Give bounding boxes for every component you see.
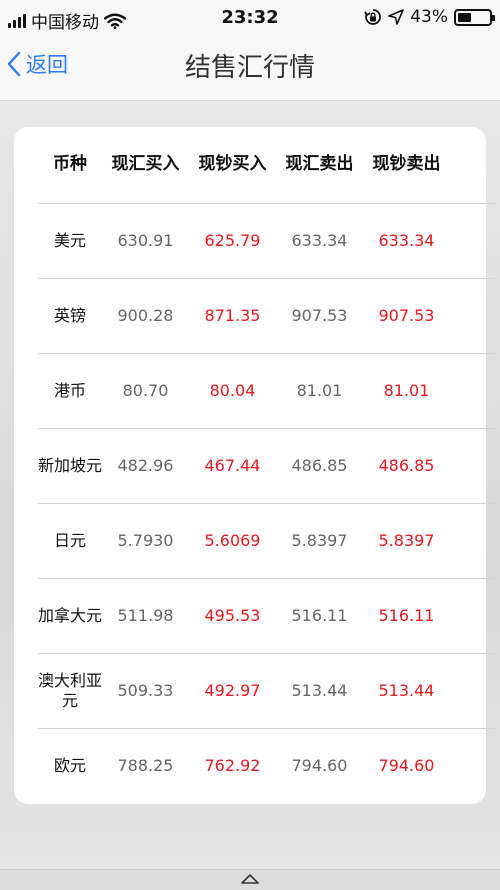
cash-sell-value: 633.34 (378, 230, 435, 250)
currency-name: 日元 (53, 530, 86, 550)
spot-sell-value: 633.34 (291, 230, 348, 250)
cash-buy-value: 5.6069 (204, 530, 261, 550)
cash-sell-value: 486.85 (378, 455, 435, 475)
status-bar: 中国移动 23:32 43% (0, 0, 500, 36)
cash-buy-value: 762.92 (204, 755, 261, 775)
cash-buy-value: 625.79 (204, 230, 261, 250)
spot-sell-value: 516.11 (291, 605, 348, 625)
cash-sell-value: 794.60 (378, 755, 435, 775)
cash-sell-value: 81.01 (383, 380, 430, 400)
header-spot-buy: 现汇买入 (111, 154, 180, 174)
cash-sell-value: 513.44 (378, 680, 435, 700)
currency-name: 港币 (53, 380, 86, 400)
spot-sell-value: 81.01 (296, 380, 343, 400)
currency-name: 加拿大元 (38, 605, 103, 625)
cash-buy-value: 495.53 (204, 605, 261, 625)
header-cash-buy: 现钞买入 (198, 154, 267, 174)
spot-sell-value: 794.60 (291, 755, 348, 775)
nav-bar: 返回 结售汇行情 (0, 36, 500, 101)
currency-name: 英镑 (53, 305, 86, 325)
cash-buy-value: 492.97 (204, 680, 261, 700)
orientation-lock-icon (364, 9, 382, 25)
cash-sell-value: 516.11 (378, 605, 435, 625)
spot-buy-value: 5.7930 (117, 530, 174, 550)
cash-sell-value: 907.53 (378, 305, 435, 325)
chevron-up-icon[interactable] (240, 872, 260, 886)
spot-buy-value: 80.70 (122, 380, 169, 400)
battery-percent: 43% (410, 7, 448, 27)
currency-name: 澳大利亚元 (38, 670, 103, 710)
spot-buy-value: 788.25 (117, 755, 174, 775)
header-currency: 币种 (53, 154, 87, 174)
currency-name: 欧元 (53, 755, 86, 775)
table-row: 欧元 788.25 762.92 794.60 794.60 (38, 728, 496, 803)
table-row: 加拿大元 511.98 495.53 516.11 516.11 (38, 578, 496, 653)
cash-buy-value: 871.35 (204, 305, 261, 325)
spot-sell-value: 5.8397 (291, 530, 348, 550)
table-row: 美元 630.91 625.79 633.34 633.34 (38, 203, 496, 278)
battery-icon (454, 8, 495, 26)
table-row: 新加坡元 482.96 467.44 486.85 486.85 (38, 428, 496, 503)
table-header: 币种 现汇买入 现钞买入 现汇卖出 现钞卖出 (38, 127, 496, 201)
spot-sell-value: 513.44 (291, 680, 348, 700)
page-title: 结售汇行情 (184, 53, 315, 83)
battery-fill (458, 12, 471, 22)
cash-buy-value: 80.04 (209, 380, 256, 400)
spot-buy-value: 630.91 (117, 230, 174, 250)
exchange-rate-card: 币种 现汇买入 现钞买入 现汇卖出 现钞卖出 美元 630.91 625.79 … (14, 127, 496, 804)
table-row: 港币 80.70 80.04 81.01 81.01 (38, 353, 496, 428)
table-row: 澳大利亚元 509.33 492.97 513.44 513.44 (38, 653, 496, 728)
status-right: 43% (364, 7, 495, 27)
spot-buy-value: 509.33 (117, 680, 174, 700)
header-spot-sell: 现汇卖出 (285, 154, 354, 174)
currency-name: 美元 (53, 230, 86, 250)
table-row: 日元 5.7930 5.6069 5.8397 5.8397 (38, 503, 496, 578)
location-arrow-icon (388, 9, 405, 25)
cash-buy-value: 467.44 (204, 455, 261, 475)
spot-buy-value: 511.98 (117, 605, 174, 625)
currency-name: 新加坡元 (38, 455, 103, 475)
cash-sell-value: 5.8397 (378, 530, 435, 550)
spot-sell-value: 907.53 (291, 305, 348, 325)
spot-buy-value: 900.28 (117, 305, 174, 325)
spot-buy-value: 482.96 (117, 455, 174, 475)
header-cash-sell: 现钞卖出 (372, 154, 441, 174)
table-row: 英镑 900.28 871.35 907.53 907.53 (38, 278, 496, 353)
bottom-toolbar (0, 869, 500, 890)
spot-sell-value: 486.85 (291, 455, 348, 475)
